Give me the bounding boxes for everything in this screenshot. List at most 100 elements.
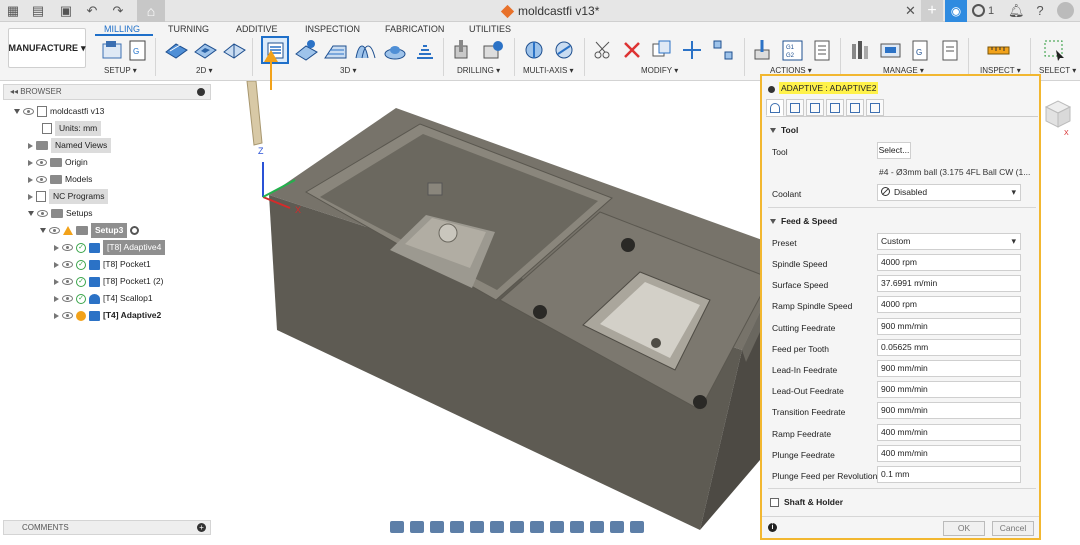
job-status[interactable]: 1 — [972, 4, 994, 17]
shaft-holder-checkbox[interactable] — [770, 497, 779, 507]
field-input[interactable]: 0.1 mm — [877, 466, 1021, 483]
field-input[interactable]: 900 mm/min — [877, 402, 1021, 420]
copy-toolpath-icon[interactable] — [649, 38, 674, 63]
visibility-icon[interactable] — [49, 227, 60, 234]
tab-fabrication[interactable]: FABRICATION — [385, 24, 444, 34]
tree-item-pocket1[interactable]: ✓ [T8] Pocket1 — [54, 257, 151, 272]
setup-sheet-icon[interactable] — [810, 38, 835, 63]
coolant-select[interactable]: Disabled — [877, 184, 1021, 201]
group-multi-axis[interactable]: MULTI-AXIS ▾ — [523, 66, 574, 75]
section-shaft-holder[interactable]: Shaft & Holder — [770, 497, 843, 507]
visibility-icon[interactable] — [36, 159, 47, 166]
tree-root[interactable]: moldcastfi v13 — [14, 104, 104, 119]
expand-icon[interactable] — [54, 312, 59, 319]
expand-icon[interactable] — [28, 193, 33, 200]
workspace-switcher[interactable]: MANUFACTURE ▾ — [8, 28, 86, 68]
group-setup[interactable]: SETUP ▾ — [104, 66, 137, 75]
tab-tool[interactable] — [766, 99, 784, 116]
3d-contour-icon[interactable] — [413, 38, 438, 63]
refresh-icon[interactable] — [570, 521, 584, 533]
ok-button[interactable]: OK — [943, 521, 985, 536]
tree-item-named-views[interactable]: Named Views — [28, 138, 112, 153]
select-icon[interactable] — [1042, 38, 1067, 63]
orbit-icon[interactable] — [390, 521, 404, 533]
group-select[interactable]: SELECT ▾ — [1039, 66, 1076, 75]
field-input[interactable]: 37.6991 m/min — [877, 275, 1021, 293]
tool-library-icon[interactable] — [848, 38, 873, 63]
2d-contour-icon[interactable] — [222, 38, 247, 63]
field-input[interactable]: 4000 rpm — [877, 296, 1021, 314]
tree-item-adaptive2[interactable]: [T4] Adaptive2 — [54, 308, 161, 323]
group-2d[interactable]: 2D ▾ — [196, 66, 212, 75]
field-input[interactable]: 400 mm/min — [877, 444, 1021, 462]
tab-simulation[interactable] — [866, 99, 884, 116]
stock-display-icon[interactable] — [550, 521, 564, 533]
document-tab[interactable]: moldcastfi v13* — [500, 4, 599, 18]
expand-icon[interactable] — [54, 261, 59, 268]
3d-parallel-icon[interactable] — [353, 38, 378, 63]
grid-icon[interactable]: ▦ — [5, 3, 21, 19]
3d-scallop-icon[interactable] — [383, 38, 408, 63]
visibility-icon[interactable] — [62, 278, 73, 285]
field-input[interactable]: 900 mm/min — [877, 381, 1021, 399]
browser-panel-header[interactable]: ◂◂ BROWSER — [3, 84, 211, 100]
tree-item-adaptive4[interactable]: ✓ [T8] Adaptive4 — [54, 240, 166, 255]
3d-pocket-clearing-icon[interactable] — [294, 38, 319, 63]
tab-turning[interactable]: TURNING — [168, 24, 209, 34]
expand-icon[interactable] — [28, 159, 33, 166]
expand-icon[interactable] — [54, 295, 59, 302]
section-feed-speed[interactable]: Feed & Speed — [770, 216, 837, 226]
visibility-icon[interactable] — [37, 210, 48, 217]
visibility-icon[interactable] — [62, 244, 73, 251]
expand-icon[interactable] — [28, 142, 33, 149]
tab-additive[interactable]: ADDITIVE — [236, 24, 278, 34]
viewports-icon[interactable] — [530, 521, 544, 533]
multi-axis-swarf-icon[interactable] — [522, 38, 547, 63]
visibility-icon[interactable] — [36, 176, 47, 183]
post-library-icon[interactable] — [938, 38, 963, 63]
tree-item-origin[interactable]: Origin — [28, 155, 88, 170]
tab-heights[interactable] — [806, 99, 824, 116]
post-process-icon[interactable]: G1G2 — [780, 38, 805, 63]
expand-icon[interactable] — [28, 211, 34, 216]
toolpath-display-icon[interactable] — [590, 521, 604, 533]
delete-toolpath-icon[interactable] — [620, 38, 645, 63]
look-at-icon[interactable] — [410, 521, 424, 533]
tab-milling[interactable]: MILLING — [104, 24, 140, 34]
online-icon[interactable]: ◉ — [945, 0, 967, 22]
2d-adaptive-icon[interactable] — [164, 38, 189, 63]
template-library-icon[interactable]: G — [908, 38, 933, 63]
simulation-display-icon[interactable] — [630, 521, 644, 533]
active-setup-icon[interactable] — [130, 226, 140, 235]
visibility-icon[interactable] — [62, 312, 73, 319]
tab-inspection[interactable]: INSPECTION — [305, 24, 360, 34]
tab-utilities[interactable]: UTILITIES — [469, 24, 511, 34]
tree-item-models[interactable]: Models — [28, 172, 92, 187]
tab-linking[interactable] — [846, 99, 864, 116]
tree-item-setup3[interactable]: Setup3 — [40, 223, 140, 238]
visibility-icon[interactable] — [23, 108, 34, 115]
move-toolpath-icon[interactable] — [680, 38, 705, 63]
help-icon[interactable]: ? — [1032, 3, 1048, 19]
save-icon[interactable]: ▣ — [58, 3, 74, 19]
field-input[interactable]: 900 mm/min — [877, 317, 1021, 335]
bell-icon[interactable]: 🔔︎ — [1008, 3, 1025, 19]
nc-program-icon[interactable]: G — [126, 38, 151, 63]
zoom-icon[interactable] — [450, 521, 464, 533]
grid-settings-icon[interactable] — [510, 521, 524, 533]
minimize-icon[interactable] — [197, 88, 205, 96]
cancel-button[interactable]: Cancel — [992, 521, 1034, 536]
field-input[interactable]: 900 mm/min — [877, 360, 1021, 377]
field-input[interactable]: 0.05625 mm — [877, 338, 1021, 356]
expand-icon[interactable] — [54, 278, 59, 285]
group-modify[interactable]: MODIFY ▾ — [641, 66, 678, 75]
new-setup-icon[interactable] — [100, 38, 125, 63]
collapse-dialog-icon[interactable] — [768, 86, 775, 93]
expand-icon[interactable] — [54, 244, 59, 251]
tab-passes[interactable] — [826, 99, 844, 116]
pan-icon[interactable] — [430, 521, 444, 533]
section-tool[interactable]: Tool — [770, 125, 798, 135]
preset-select[interactable]: Custom — [877, 233, 1021, 250]
tab-geometry[interactable] — [786, 99, 804, 116]
home-icon[interactable]: ⌂ — [137, 0, 165, 22]
